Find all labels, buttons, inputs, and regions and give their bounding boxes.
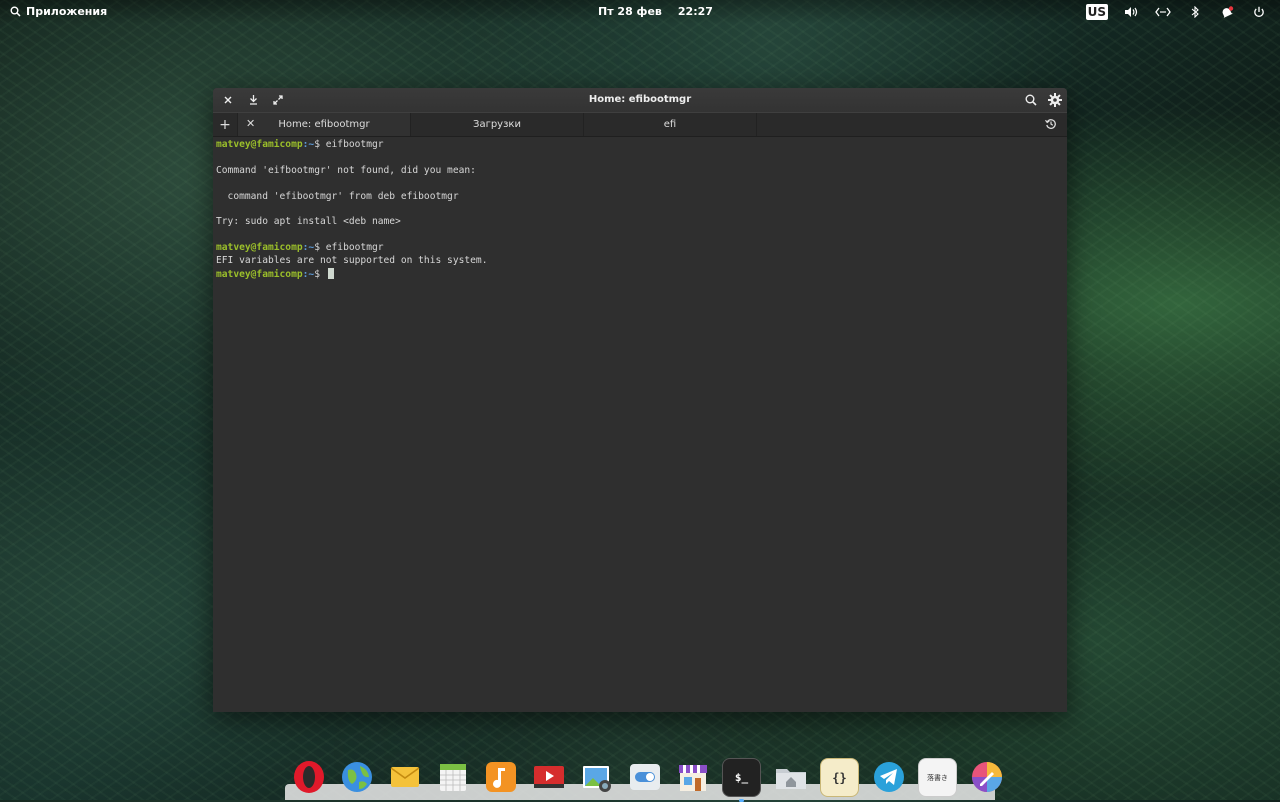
dock-item-photos[interactable]: [578, 758, 615, 795]
notifications-icon[interactable]: [1218, 3, 1236, 21]
notes-icon: 落書き: [927, 773, 948, 782]
window-titlebar[interactable]: Home: efibootmgr: [213, 88, 1067, 112]
text-cursor: [327, 268, 334, 280]
time-text: 22:27: [677, 5, 713, 18]
volume-icon[interactable]: [1122, 3, 1140, 21]
command-text: eifbootmgr: [319, 139, 384, 150]
command-line: matvey@famicomp:~$ eifbootmgr: [216, 139, 384, 150]
shop-icon: [678, 764, 707, 791]
applications-label: Приложения: [26, 5, 108, 18]
network-icon[interactable]: [1154, 3, 1172, 21]
system-tray: US: [1085, 3, 1268, 21]
bluetooth-icon[interactable]: [1186, 3, 1204, 21]
tab-bar: + ✕ Home: efibootmgr Загрузки efi: [213, 112, 1067, 137]
dock-item-color-picker[interactable]: [968, 758, 1005, 795]
search-icon: [10, 6, 21, 17]
home-folder-icon: [775, 768, 806, 789]
command-line: matvey@famicomp:~$: [216, 268, 1064, 282]
terminal-icon: $_: [734, 771, 749, 784]
music-note-icon: [485, 761, 516, 792]
dock-item-sticky-notes[interactable]: 落書き: [918, 758, 957, 797]
prompt-symbol: $: [314, 269, 320, 281]
photos-icon: [582, 765, 611, 792]
output-line: EFI variables are not supported on this …: [216, 255, 488, 267]
dock-item-terminal[interactable]: $_: [722, 758, 761, 802]
dock-item-files[interactable]: [772, 758, 809, 795]
tab-efi[interactable]: efi: [584, 113, 757, 136]
output-line: Try: sudo apt install <deb name>: [216, 216, 401, 228]
dock-item-opera[interactable]: [290, 758, 327, 795]
datetime-indicator[interactable]: Пт 28 фев 22:27: [598, 5, 713, 18]
dock-item-telegram[interactable]: [870, 758, 907, 795]
output-line: Command 'eifbootmgr' not found, did you …: [216, 164, 476, 176]
tab-close-icon[interactable]: ✕: [246, 117, 255, 130]
toggle-switch-icon: [629, 763, 660, 790]
dock-item-videos[interactable]: [530, 758, 567, 795]
calendar-icon: [439, 763, 466, 791]
top-panel: Приложения Пт 28 фев 22:27 US: [0, 0, 1280, 24]
opera-icon: [293, 760, 324, 793]
applications-menu-button[interactable]: Приложения: [10, 5, 107, 18]
command-text: efibootmgr: [319, 242, 384, 254]
prompt-user-host: matvey@famicomp: [216, 269, 303, 281]
dock-item-system-settings[interactable]: [626, 758, 663, 795]
tab-downloads[interactable]: Загрузки: [411, 113, 584, 136]
prompt-user-host: matvey@famicomp: [216, 242, 303, 254]
telegram-icon: [873, 761, 904, 792]
command-line: matvey@famicomp:~$ efibootmgr: [216, 242, 384, 254]
date-text: Пт 28 фев: [598, 5, 662, 18]
dock-item-web-browser[interactable]: [338, 758, 375, 795]
tab-home-efibootmgr[interactable]: ✕ Home: efibootmgr: [238, 113, 411, 136]
mail-icon: [390, 766, 419, 787]
plus-icon: +: [219, 116, 231, 133]
color-picker-icon: [971, 761, 1002, 792]
gear-icon[interactable]: [1047, 92, 1063, 108]
terminal-window: Home: efibootmgr + ✕ Home: efibootmgr За…: [213, 88, 1067, 712]
tab-label: Home: efibootmgr: [278, 119, 370, 130]
play-icon: [533, 765, 564, 788]
code-icon: {}: [832, 770, 847, 785]
globe-icon: [341, 761, 372, 792]
output-line: command 'efibootmgr' from deb efibootmgr: [216, 190, 459, 202]
dock-item-calendar[interactable]: [434, 758, 471, 795]
dock-item-code[interactable]: {}: [820, 758, 859, 797]
dock-item-mail[interactable]: [386, 758, 423, 795]
tab-label: Загрузки: [473, 119, 521, 130]
power-icon[interactable]: [1250, 3, 1268, 21]
dock-item-appcenter[interactable]: [674, 758, 711, 795]
search-icon[interactable]: [1023, 92, 1039, 108]
keyboard-layout-indicator[interactable]: US: [1085, 4, 1108, 20]
window-title: Home: efibootmgr: [588, 94, 692, 105]
history-icon[interactable]: [1043, 116, 1059, 132]
dock-item-music[interactable]: [482, 758, 519, 795]
prompt-user-host: matvey@famicomp: [216, 139, 303, 150]
dock-items: $_ {} 落書き: [290, 758, 1005, 802]
tab-label: efi: [663, 119, 677, 130]
new-tab-button[interactable]: +: [213, 113, 238, 136]
terminal-output[interactable]: matvey@famicomp:~$ eifbootmgr Command 'e…: [213, 137, 1067, 284]
